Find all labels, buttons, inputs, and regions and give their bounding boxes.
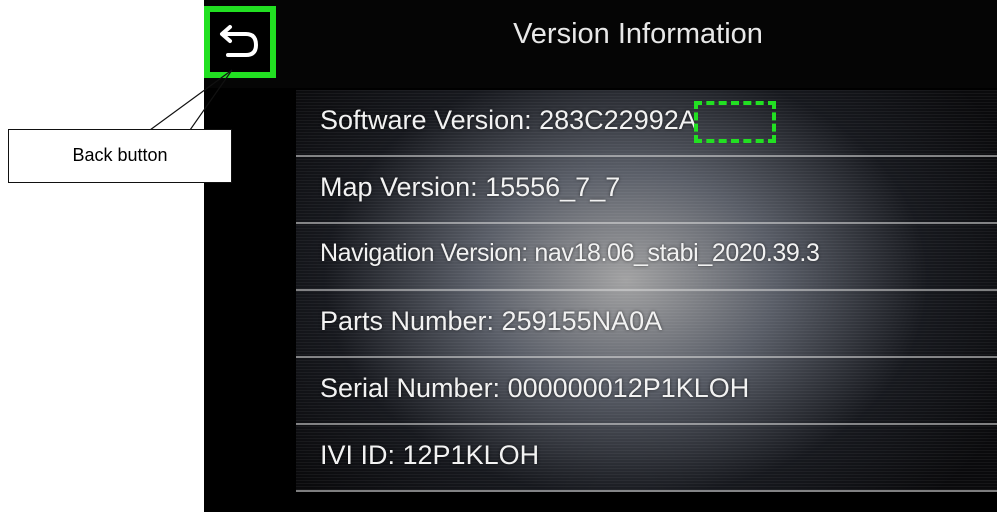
list-item-navigation-version: Navigation Version: nav18.06_stabi_2020.… [296, 224, 997, 291]
map-version-text: Map Version: 15556_7_7 [320, 172, 621, 202]
callout-label: Back button [72, 145, 168, 165]
list-item-map-version: Map Version: 15556_7_7 [296, 157, 997, 224]
software-version-highlight-box [694, 101, 776, 143]
version-list: Software Version: 283C22992A Map Version… [296, 90, 997, 492]
header-bar: Version Information [204, 0, 997, 88]
back-button-callout: Back button [8, 129, 232, 183]
list-item-serial-number: Serial Number: 000000012P1KLOH [296, 358, 997, 425]
serial-number-text: Serial Number: 000000012P1KLOH [320, 373, 750, 403]
parts-number-text: Parts Number: 259155NA0A [320, 306, 663, 336]
list-item-software-version: Software Version: 283C22992A [296, 90, 997, 157]
infotainment-screen: Version Information Software Version: 28… [204, 0, 997, 512]
navigation-version-text: Navigation Version: nav18.06_stabi_2020.… [320, 239, 820, 267]
list-item-parts-number: Parts Number: 259155NA0A [296, 291, 997, 358]
list-item-ivi-id: IVI ID: 12P1KLOH [296, 425, 997, 492]
ivi-id-text: IVI ID: 12P1KLOH [320, 440, 540, 470]
page-title: Version Information [513, 18, 763, 50]
software-version-text: Software Version: 283C22992A [320, 105, 697, 135]
